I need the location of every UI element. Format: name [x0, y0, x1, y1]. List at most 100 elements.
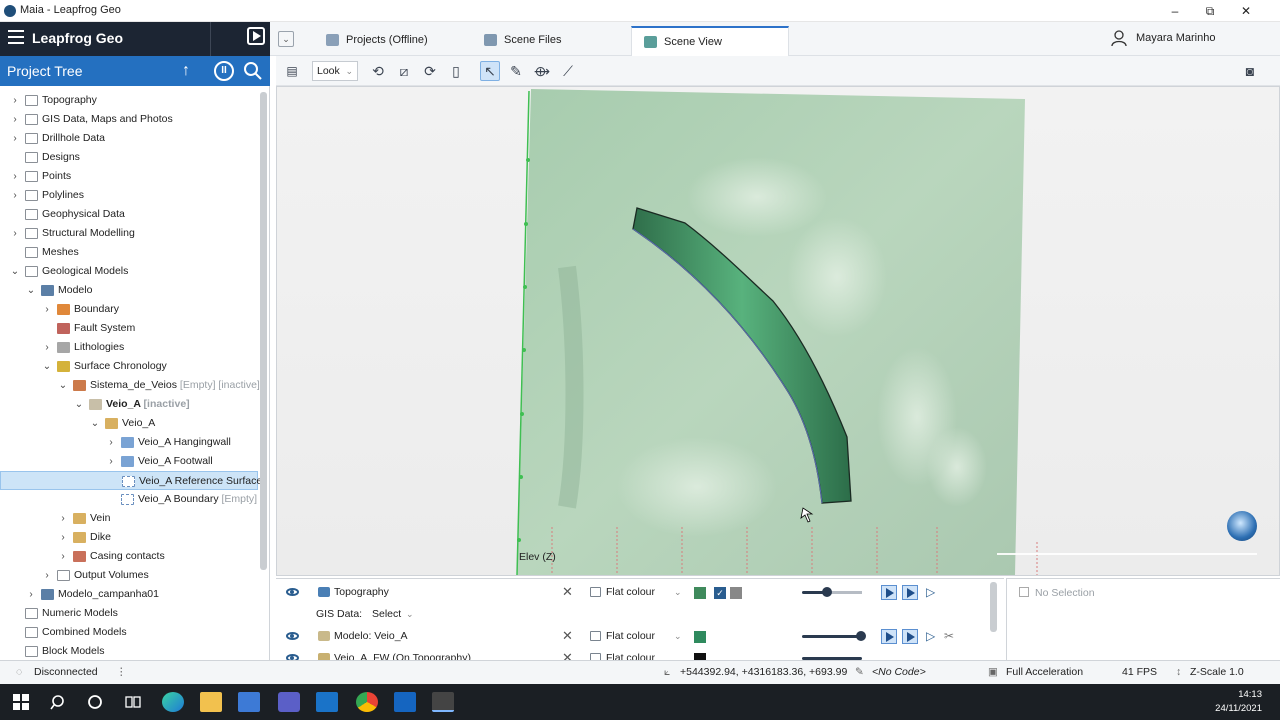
play-button[interactable] [210, 22, 270, 56]
cortana-icon[interactable] [84, 692, 106, 712]
opacity-slider-knob[interactable] [856, 631, 866, 641]
expand-chevron-icon[interactable]: › [58, 547, 68, 566]
tab-scene-files[interactable]: Scene Files [472, 26, 575, 56]
scene-canvas[interactable] [277, 87, 1280, 576]
colour-swatch[interactable] [694, 653, 706, 660]
tree-item[interactable]: › Casing contacts [0, 547, 258, 566]
tree-item[interactable]: ⌄ Modelo [0, 281, 258, 300]
expand-chevron-icon[interactable]: › [58, 528, 68, 547]
screenshot-camera-icon[interactable]: ◙ [1240, 61, 1260, 81]
colour-swatch[interactable] [694, 587, 706, 599]
tree-item[interactable]: Block Models [0, 642, 258, 660]
acceleration-status[interactable]: Full Acceleration [1006, 666, 1083, 678]
tree-item[interactable]: Numeric Models [0, 604, 258, 623]
draw-icon[interactable]: ✎ [506, 61, 526, 81]
visibility-eye-icon[interactable] [286, 632, 299, 640]
play-outline-icon[interactable]: ▷ [926, 581, 935, 603]
tree-item[interactable]: › Structural Modelling [0, 224, 258, 243]
tree-item[interactable]: › Boundary [0, 300, 258, 319]
scissors-icon[interactable]: ✂ [944, 625, 954, 647]
file-explorer-icon[interactable] [200, 692, 222, 712]
secondary-swatch[interactable] [730, 587, 742, 599]
tree-item[interactable]: Geophysical Data [0, 205, 258, 224]
expand-chevron-icon[interactable]: › [106, 452, 116, 471]
tree-item[interactable]: Veio_A Boundary [Empty] [0, 490, 258, 509]
chrome-icon[interactable] [356, 692, 378, 712]
expand-chevron-icon[interactable]: › [10, 129, 20, 148]
windows-start-icon[interactable] [10, 692, 32, 712]
project-tree-scrollbar[interactable] [260, 92, 267, 570]
tree-item[interactable]: › Points [0, 167, 258, 186]
lighting-button[interactable] [881, 629, 897, 644]
up-arrow-icon[interactable]: ↑ [176, 61, 196, 81]
tree-item[interactable]: › Veio_A Footwall [0, 452, 258, 471]
teams-icon[interactable] [278, 692, 300, 712]
expand-chevron-icon[interactable]: › [10, 167, 20, 186]
collapse-chevron-icon[interactable]: ⌄ [42, 357, 52, 376]
search-icon[interactable] [243, 61, 263, 81]
tree-item[interactable]: ⌄ Sistema_de_Veios [Empty] [inactive] [0, 376, 260, 395]
tab-dropdown-button[interactable]: ⌄ [278, 31, 294, 47]
expand-chevron-icon[interactable]: › [10, 224, 20, 243]
tab-projects[interactable]: Projects (Offline) [314, 26, 442, 56]
colour-mode-dropdown-icon[interactable]: ⌄ [674, 581, 682, 603]
rotate-icon[interactable]: ⟲ [368, 61, 388, 81]
select-pointer-icon[interactable]: ↖ [480, 61, 500, 81]
tree-item[interactable]: › Dike [0, 528, 258, 547]
tree-item[interactable]: Fault System [0, 319, 258, 338]
opacity-slider-knob[interactable] [822, 587, 832, 597]
code-indicator[interactable]: <No Code> [872, 666, 926, 678]
colour-mode[interactable]: Flat colour [606, 625, 655, 647]
leapfrog-taskbar-icon[interactable] [394, 692, 416, 712]
expand-chevron-icon[interactable]: › [42, 338, 52, 357]
tree-item[interactable]: ⌄ Geological Models [0, 262, 258, 281]
system-clock[interactable]: 14:13 24/11/2021 [1215, 688, 1262, 716]
colour-mode[interactable]: Flat colour [606, 647, 655, 660]
expand-chevron-icon[interactable]: › [106, 433, 116, 452]
store-icon[interactable] [238, 692, 260, 712]
slicing-button[interactable] [902, 585, 918, 600]
collapse-chevron-icon[interactable]: ⌄ [10, 262, 20, 281]
connection-status[interactable]: Disconnected [34, 666, 98, 678]
lighting-button[interactable] [881, 585, 897, 600]
tree-item[interactable]: ⌄ Surface Chronology [0, 357, 258, 376]
tree-item[interactable]: › Veio_A Hangingwall [0, 433, 258, 452]
maximize-button[interactable]: ⧉ [1195, 2, 1225, 20]
colour-swatch[interactable] [694, 631, 706, 643]
gis-data-select[interactable]: Select [372, 603, 401, 625]
gis-select-dropdown-icon[interactable]: ⌄ [406, 603, 414, 625]
box-icon[interactable]: ▯ [446, 61, 466, 81]
search-icon[interactable] [48, 692, 70, 712]
tree-item[interactable]: › Modelo_campanha01 [0, 585, 258, 604]
collapse-chevron-icon[interactable]: ⌄ [74, 395, 84, 414]
collapse-chevron-icon[interactable]: ⌄ [90, 414, 100, 433]
collapse-chevron-icon[interactable]: ⌄ [58, 376, 68, 395]
expand-chevron-icon[interactable]: › [10, 110, 20, 129]
tree-item[interactable]: › Lithologies [0, 338, 258, 357]
checkbox-icon[interactable]: ✓ [714, 587, 726, 599]
tree-item[interactable]: Meshes [0, 243, 258, 262]
remove-shape-button[interactable]: ✕ [562, 581, 573, 603]
scene-viewport[interactable]: Elev (Z) [276, 86, 1280, 576]
scene-list-toggle-icon[interactable]: ▤ [282, 61, 302, 81]
expand-chevron-icon[interactable]: › [26, 585, 36, 604]
collapse-chevron-icon[interactable]: ⌄ [26, 281, 36, 300]
pause-icon[interactable]: II [214, 61, 234, 81]
visibility-eye-icon[interactable] [286, 588, 299, 596]
tree-item[interactable]: Combined Models [0, 623, 258, 642]
orientation-globe-icon[interactable] [1227, 511, 1257, 541]
tree-item[interactable]: › Topography [0, 91, 258, 110]
shape-list-scrollbar[interactable] [990, 582, 997, 632]
opacity-slider[interactable] [802, 591, 862, 594]
tree-item[interactable]: Veio_A Reference Surface [0, 471, 262, 490]
tree-item[interactable]: › Polylines [0, 186, 258, 205]
slicing-button[interactable] [902, 629, 918, 644]
tree-item[interactable]: Designs [0, 148, 258, 167]
tree-item[interactable]: › GIS Data, Maps and Photos [0, 110, 258, 129]
expand-chevron-icon[interactable]: › [42, 300, 52, 319]
reset-view-icon[interactable]: ⟳ [420, 61, 440, 81]
ruler-icon[interactable]: ⟋ [558, 61, 578, 81]
shape-list-row[interactable]: Veio_A_FW (On Topography) ✕ Flat colour [276, 647, 996, 660]
colour-mode-dropdown-icon[interactable]: ⌄ [674, 625, 682, 647]
play-outline-icon[interactable]: ▷ [926, 625, 935, 647]
